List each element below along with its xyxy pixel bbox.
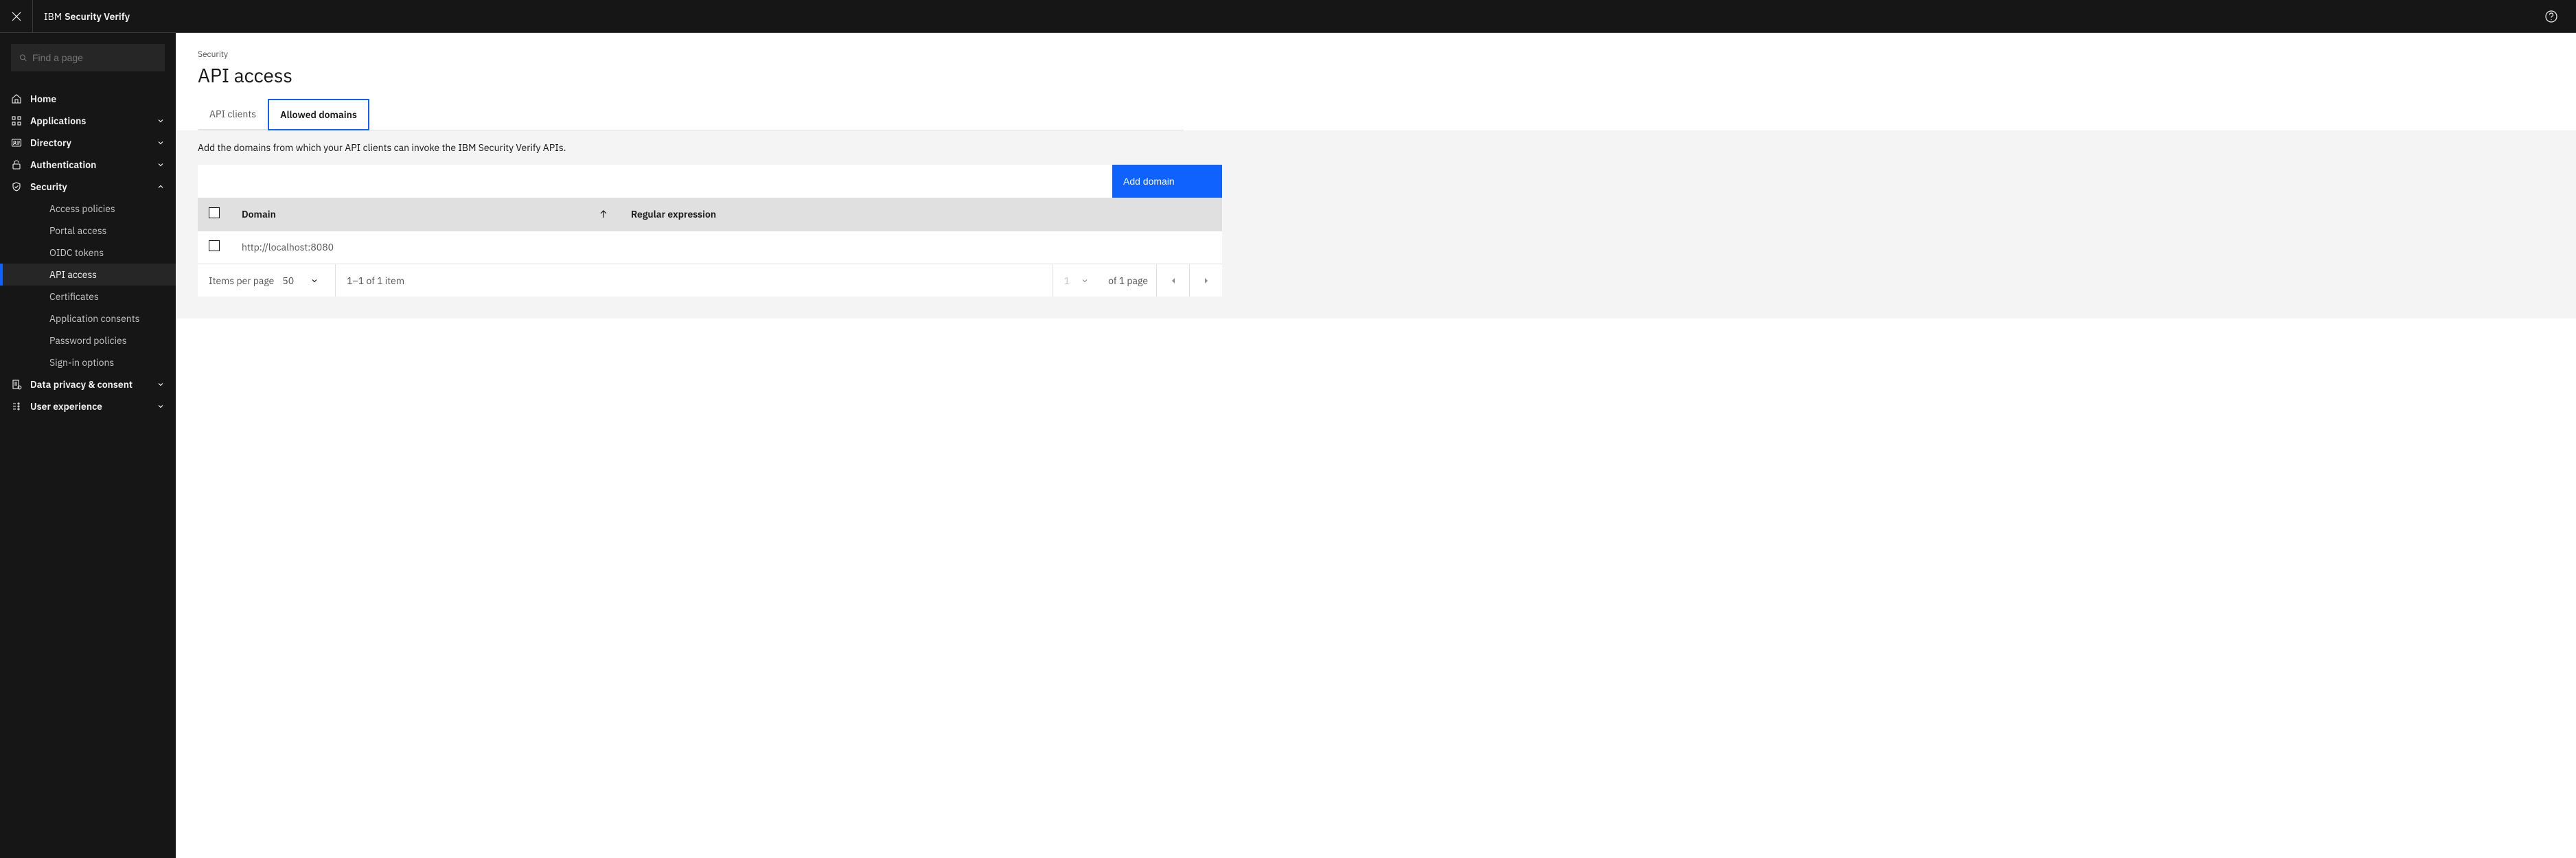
sidebar-item-label: Sign-in options (49, 356, 114, 369)
sidebar-item-label: Applications (30, 115, 86, 127)
page-size-select[interactable]: 50 (282, 275, 324, 287)
column-regex[interactable]: Regular expression (620, 198, 1222, 231)
sidebar-item-label: Certificates (49, 290, 99, 303)
security-subnav: Access policies Portal access OIDC token… (0, 198, 176, 373)
id-icon (11, 137, 22, 148)
add-domain-button[interactable]: Add domain (1112, 165, 1222, 198)
caret-left-icon (1169, 277, 1177, 285)
sidebar-sub-oidc-tokens[interactable]: OIDC tokens (0, 242, 176, 264)
ux-icon (11, 401, 22, 412)
sidebar-item-security[interactable]: Security (0, 176, 176, 198)
main-content: Security API access API clients Allowed … (176, 33, 2576, 858)
search-input[interactable] (32, 52, 157, 63)
sidebar-item-label: Security (30, 181, 67, 193)
chevron-up-icon (157, 183, 165, 191)
sidebar-item-label: Application consents (49, 312, 140, 325)
brand: IBM Security Verify (33, 0, 141, 32)
chevron-down-icon (157, 402, 165, 410)
shield-icon (11, 181, 22, 192)
sidebar-item-label: Authentication (30, 159, 96, 171)
sidebar-item-label: User experience (30, 400, 102, 413)
chevron-down-icon (157, 380, 165, 389)
sidebar-sub-access-policies[interactable]: Access policies (0, 198, 176, 220)
chevron-down-icon (310, 277, 319, 285)
top-bar-left: IBM Security Verify (0, 0, 141, 32)
prev-page-button[interactable] (1156, 264, 1189, 297)
sidebar: Home Applications Directory Authenticati… (0, 33, 176, 858)
top-bar-right (2535, 0, 2576, 33)
range-summary: 1–1 of 1 item (336, 275, 415, 287)
page-description: Add the domains from which your API clie… (198, 141, 1184, 154)
close-panel-button[interactable] (0, 0, 33, 32)
table-row[interactable]: http://localhost:8080 (198, 231, 1222, 264)
sidebar-item-authentication[interactable]: Authentication (0, 154, 176, 176)
cell-domain: http://localhost:8080 (231, 231, 620, 264)
table-toolbar: Add domain (198, 165, 1222, 198)
next-page-button[interactable] (1189, 264, 1222, 297)
pagination: Items per page 50 1–1 of 1 item 1 o (198, 264, 1222, 297)
top-bar: IBM Security Verify (0, 0, 2576, 33)
search-input-wrap[interactable] (11, 44, 165, 71)
search-icon (19, 52, 27, 63)
sidebar-sub-application-consents[interactable]: Application consents (0, 308, 176, 329)
sidebar-sub-certificates[interactable]: Certificates (0, 286, 176, 308)
chevron-down-icon (157, 139, 165, 147)
current-page: 1 (1064, 275, 1070, 287)
sidebar-item-label: Data privacy & consent (30, 378, 133, 391)
sidebar-item-label: Directory (30, 137, 71, 149)
sidebar-item-applications[interactable]: Applications (0, 110, 176, 132)
policy-icon (11, 379, 22, 390)
sidebar-sub-sign-in-options[interactable]: Sign-in options (0, 351, 176, 373)
home-icon (11, 93, 22, 104)
sidebar-item-home[interactable]: Home (0, 88, 176, 110)
sidebar-item-user-experience[interactable]: User experience (0, 395, 176, 417)
page-number-select[interactable]: 1 (1053, 264, 1100, 297)
select-all-checkbox[interactable] (209, 207, 220, 218)
tabs: API clients Allowed domains (198, 99, 1184, 130)
breadcrumb: Security (198, 49, 1184, 60)
brand-prefix: IBM (44, 10, 62, 23)
row-checkbox[interactable] (209, 240, 220, 251)
domains-table: Domain Regular expression (198, 198, 1222, 264)
sidebar-sub-password-policies[interactable]: Password policies (0, 329, 176, 351)
sidebar-item-label: API access (49, 268, 97, 281)
sidebar-item-label: Home (30, 93, 56, 105)
tab-api-clients[interactable]: API clients (198, 99, 268, 130)
page-title: API access (198, 62, 1184, 88)
brand-name: Security Verify (65, 10, 130, 23)
chevron-down-icon (1081, 277, 1089, 285)
help-icon (2544, 10, 2558, 23)
sidebar-item-label: Portal access (49, 224, 106, 237)
caret-right-icon (1202, 277, 1210, 285)
tab-allowed-domains[interactable]: Allowed domains (268, 99, 369, 130)
chevron-down-icon (157, 117, 165, 125)
of-pages-text: of 1 page (1100, 275, 1156, 287)
column-domain[interactable]: Domain (242, 208, 276, 220)
sidebar-item-label: Password policies (49, 334, 127, 347)
items-per-page-label: Items per page (209, 275, 274, 287)
sidebar-item-label: OIDC tokens (49, 246, 104, 259)
nav: Home Applications Directory Authenticati… (0, 82, 176, 417)
sidebar-item-data-privacy[interactable]: Data privacy & consent (0, 373, 176, 395)
sidebar-item-label: Access policies (49, 202, 115, 215)
sidebar-item-directory[interactable]: Directory (0, 132, 176, 154)
apps-icon (11, 115, 22, 126)
lock-open-icon (11, 159, 22, 170)
page-size-value: 50 (282, 275, 294, 287)
sidebar-sub-api-access[interactable]: API access (0, 264, 176, 286)
cell-regex (620, 231, 1222, 264)
close-icon (11, 11, 22, 22)
help-button[interactable] (2535, 0, 2568, 33)
sidebar-sub-portal-access[interactable]: Portal access (0, 220, 176, 242)
chevron-down-icon (157, 161, 165, 169)
sort-asc-icon[interactable] (598, 209, 609, 220)
